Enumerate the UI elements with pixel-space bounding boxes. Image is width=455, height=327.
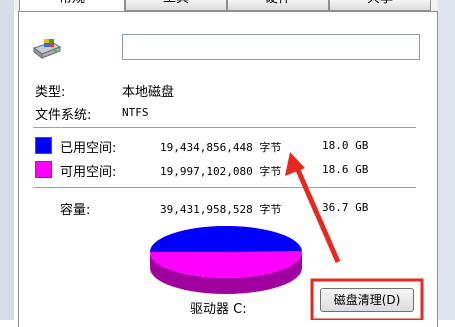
annotation-highlight-box bbox=[310, 278, 424, 320]
annotation-arrow-head bbox=[285, 152, 305, 176]
annotation-overlay bbox=[285, 152, 424, 320]
annotation-arrow-shaft bbox=[295, 169, 341, 263]
